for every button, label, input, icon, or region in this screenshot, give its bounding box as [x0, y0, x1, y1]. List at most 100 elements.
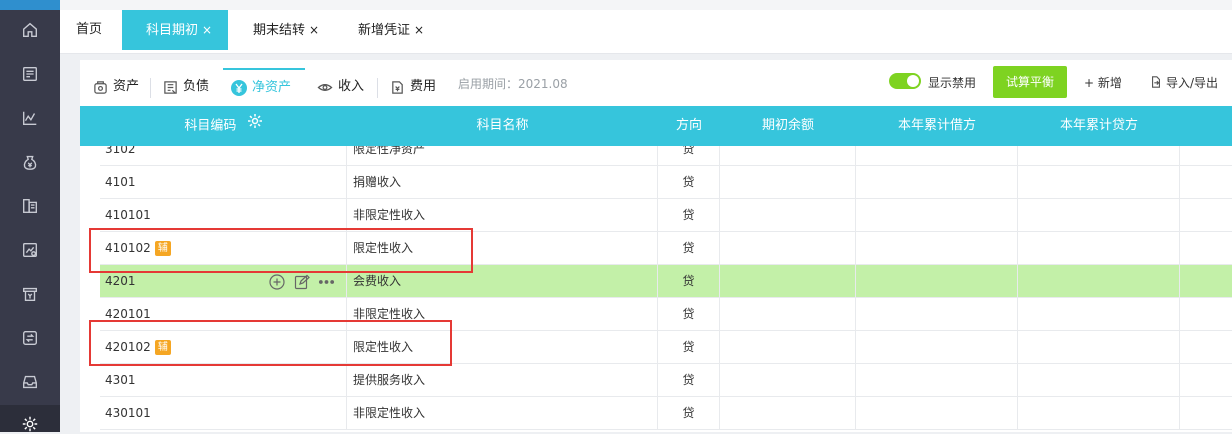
cell-code: 430101 — [100, 397, 347, 430]
tab-close-icon[interactable]: × — [309, 23, 319, 37]
cell-ytd-credit[interactable] — [1018, 331, 1180, 364]
transfer-icon[interactable] — [20, 328, 40, 348]
col-header-code: 科目编码 — [100, 106, 347, 146]
cell-direction: 贷 — [658, 364, 720, 397]
col-header-ytd-debit: 本年累计借方 — [897, 118, 976, 133]
ledger-icon[interactable] — [20, 196, 40, 216]
cell-ytd-debit[interactable] — [856, 146, 1018, 166]
cashier-icon[interactable] — [20, 284, 40, 304]
cell-ytd-debit[interactable] — [856, 298, 1018, 331]
add-button[interactable]: + 新增 — [1084, 74, 1122, 91]
cell-ytd-credit[interactable] — [1018, 298, 1180, 331]
subtab-net-assets[interactable]: 净资产 — [223, 68, 305, 106]
trial-balance-button[interactable]: 试算平衡 — [993, 66, 1067, 98]
subtab-liabilities[interactable]: 负债 — [154, 68, 217, 106]
table-body: 3102 限定性净资产 贷 4101 捐赠收入 贷 410101 非限定性收入 … — [100, 146, 1232, 432]
cell-ytd-debit[interactable] — [856, 166, 1018, 199]
page-tabbar: 首页 科目期初 × 期末结转 × 新增凭证 × — [60, 10, 1232, 54]
chart-icon[interactable] — [20, 108, 40, 128]
cell-opening-balance[interactable] — [720, 232, 856, 265]
table-row[interactable]: 4101 捐赠收入 贷 — [100, 166, 1232, 199]
tab-home-label: 首页 — [76, 22, 103, 37]
tab-period-end-carry[interactable]: 期末结转 × — [253, 10, 337, 50]
cell-ytd-debit[interactable] — [856, 199, 1018, 232]
import-export-icon — [1150, 76, 1162, 91]
yen-icon — [231, 80, 247, 96]
col-header-opening-balance: 期初余额 — [761, 118, 814, 133]
tab-period-end-carry-label: 期末结转 — [253, 23, 306, 38]
subtab-liabilities-label: 负债 — [183, 79, 210, 94]
cell-ytd-debit[interactable] — [856, 364, 1018, 397]
table-row[interactable]: 3102 限定性净资产 贷 — [100, 146, 1232, 166]
show-disabled-toggle[interactable] — [889, 73, 921, 89]
column-settings-gear-icon[interactable] — [247, 106, 263, 146]
cell-ytd-debit[interactable] — [856, 232, 1018, 265]
cell-opening-balance[interactable] — [720, 199, 856, 232]
cell-ytd-credit[interactable] — [1018, 146, 1180, 166]
col-header-code-label: 科目编码 — [184, 118, 237, 134]
table-header: 科目编码 科目名称 方向 期初余额 本年累计借方 本年累计贷方 — [80, 106, 1232, 146]
import-export-button[interactable]: 导入/导出 — [1150, 74, 1218, 91]
tab-subject-opening-label: 科目期初 — [146, 23, 199, 38]
col-header-name: 科目名称 — [476, 118, 529, 133]
tab-new-voucher-label: 新增凭证 — [358, 23, 411, 38]
cell-opening-balance[interactable] — [720, 265, 856, 298]
tab-home[interactable]: 首页 — [76, 10, 116, 50]
cell-direction: 贷 — [658, 298, 720, 331]
cell-opening-balance[interactable] — [720, 298, 856, 331]
cell-code: 4101 — [100, 166, 347, 199]
home-icon[interactable] — [20, 20, 40, 40]
col-header-direction: 方向 — [675, 118, 702, 133]
cell-opening-balance[interactable] — [720, 146, 856, 166]
cell-code: 4301 — [100, 364, 347, 397]
subtab-expenses-label: 费用 — [410, 79, 437, 94]
cell-ytd-credit[interactable] — [1018, 265, 1180, 298]
cell-ytd-credit[interactable] — [1018, 364, 1180, 397]
more-icon[interactable] — [318, 273, 335, 290]
cell-direction: 贷 — [658, 166, 720, 199]
cell-direction: 贷 — [658, 265, 720, 298]
liability-icon — [162, 79, 178, 95]
inbox-icon[interactable] — [20, 372, 40, 392]
subtab-income[interactable]: 收入 — [309, 68, 372, 106]
cell-opening-balance[interactable] — [720, 331, 856, 364]
edit-icon[interactable] — [293, 273, 310, 290]
table-row[interactable]: 4301 提供服务收入 贷 — [100, 364, 1232, 397]
subtab-assets-label: 资产 — [113, 79, 140, 94]
cell-direction: 贷 — [658, 397, 720, 430]
subtab-net-assets-label: 净资产 — [252, 80, 292, 95]
cell-direction: 贷 — [658, 199, 720, 232]
subtab-divider — [150, 78, 151, 98]
tab-subject-opening[interactable]: 科目期初 × — [122, 10, 228, 50]
cell-direction: 贷 — [658, 331, 720, 364]
cell-opening-balance[interactable] — [720, 166, 856, 199]
tab-close-icon[interactable]: × — [202, 23, 212, 37]
cell-ytd-debit[interactable] — [856, 397, 1018, 430]
cell-ytd-credit[interactable] — [1018, 232, 1180, 265]
money-bag-icon[interactable] — [20, 152, 40, 172]
cell-ytd-credit[interactable] — [1018, 199, 1180, 232]
cell-opening-balance[interactable] — [720, 364, 856, 397]
add-child-icon[interactable] — [268, 273, 285, 290]
cell-opening-balance[interactable] — [720, 397, 856, 430]
cell-ytd-debit[interactable] — [856, 265, 1018, 298]
settings-gear-icon[interactable] — [20, 414, 40, 434]
left-nav — [0, 0, 60, 432]
brand-strip — [0, 0, 60, 10]
tab-new-voucher[interactable]: 新增凭证 × — [358, 10, 442, 50]
table-row[interactable]: 430101 非限定性收入 贷 — [100, 397, 1232, 430]
import-export-label: 导入/导出 — [1166, 76, 1219, 90]
cell-ytd-debit[interactable] — [856, 331, 1018, 364]
top-strip — [60, 0, 1232, 10]
cell-ytd-credit[interactable] — [1018, 397, 1180, 430]
expense-icon — [389, 79, 405, 95]
subtab-assets[interactable]: 资产 — [84, 68, 147, 106]
tab-close-icon[interactable]: × — [414, 23, 424, 37]
voucher-icon[interactable] — [20, 64, 40, 84]
cell-name: 捐赠收入 — [347, 166, 658, 199]
cell-name: 提供服务收入 — [347, 364, 658, 397]
subtab-expenses[interactable]: 费用 — [381, 68, 444, 106]
cell-ytd-credit[interactable] — [1018, 166, 1180, 199]
report-icon[interactable] — [20, 240, 40, 260]
subtab-income-label: 收入 — [338, 79, 365, 94]
